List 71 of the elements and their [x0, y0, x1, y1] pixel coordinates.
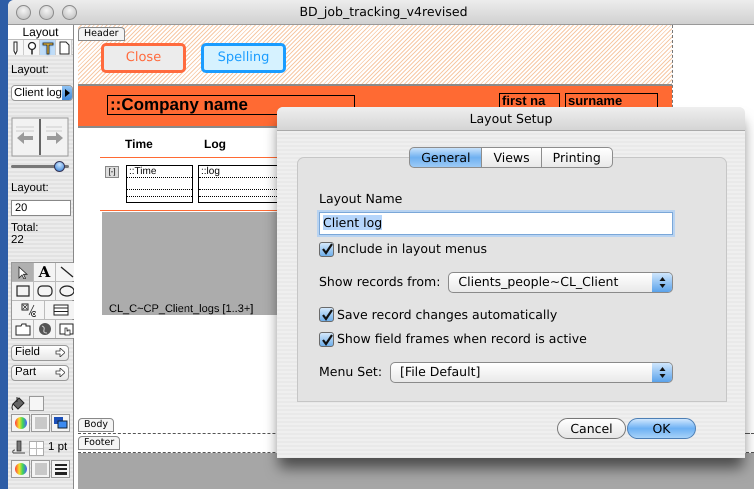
line-weight-icon[interactable] [54, 462, 68, 474]
line-swatch-icon[interactable] [29, 440, 44, 456]
status-area-heading: Layout [8, 25, 73, 39]
page-icon[interactable] [58, 40, 70, 54]
dialog-button[interactable]: OK [627, 418, 696, 439]
header-part-label[interactable]: Header [78, 27, 125, 41]
portal-name: CL_C~CP_Client_logs [1..3+] [109, 302, 254, 317]
paint-bucket-icon [11, 395, 25, 411]
checkbox[interactable] [319, 242, 334, 257]
minimize-button[interactable] [39, 4, 54, 20]
layout-number-label: Layout: [11, 181, 50, 196]
up-down-arrows-icon [658, 276, 666, 288]
layout-name-label: Layout Name [319, 190, 404, 208]
globe-icon[interactable] [36, 322, 52, 336]
total-label: Total: [11, 222, 40, 234]
checkbox-label: Show field frames when record is active [337, 330, 587, 348]
checkbox-radio-icon[interactable] [20, 302, 36, 316]
dialog-tab[interactable]: General [409, 147, 482, 168]
dialog-tab[interactable]: Views [482, 147, 542, 168]
oval-icon[interactable] [58, 284, 74, 298]
portal-field: ::Time [126, 165, 193, 203]
show-records-popup[interactable]: Clients_people~CL_Client [448, 272, 673, 292]
color-wheel-icon[interactable] [14, 462, 28, 476]
fill-swatch[interactable] [29, 396, 44, 410]
delete-row-button[interactable]: [-] [105, 166, 119, 178]
portal-icon[interactable] [53, 302, 69, 316]
line-width-label: 1 pt [48, 440, 68, 456]
column-label: Log [204, 136, 226, 153]
effects-icon[interactable] [53, 416, 68, 429]
triangle-icon [64, 89, 70, 98]
checkbox-label: Save record changes automatically [337, 306, 558, 324]
checkbox-label: Include in layout menus [337, 240, 488, 258]
record-slider[interactable] [11, 161, 69, 172]
tab-control-icon[interactable] [14, 322, 30, 336]
menu-set-label: Menu Set: [319, 363, 382, 382]
checkbox[interactable] [319, 307, 334, 322]
layout-menu[interactable]: Client log [11, 85, 73, 102]
up-down-arrows-icon [658, 367, 666, 378]
rounded-rectangle-icon[interactable] [36, 284, 52, 298]
pattern-swatch[interactable] [34, 416, 46, 428]
layout-name-field[interactable]: Client log [319, 212, 673, 235]
field-tool-button[interactable]: Field [11, 344, 69, 360]
part-tool-button[interactable]: Part [11, 364, 69, 380]
hand-pointer-icon[interactable] [58, 322, 74, 336]
slider-thumb[interactable] [54, 161, 65, 172]
color-wheel-icon[interactable] [14, 416, 28, 430]
dialog-tab[interactable]: Printing [542, 147, 613, 168]
layout-number-field[interactable]: 20 [11, 200, 71, 216]
rectangle-icon[interactable] [14, 284, 30, 298]
pen-icon [11, 440, 25, 456]
dialog-title: Layout Setup [277, 107, 745, 131]
close-button[interactable] [16, 4, 31, 20]
portal-field: ::log [198, 165, 278, 203]
window-title: BD_job_tracking_v4revised [298, 2, 469, 21]
magnifier-icon[interactable] [26, 40, 38, 54]
zoom-button[interactable] [62, 4, 77, 20]
checkbox[interactable] [319, 332, 334, 348]
pattern-swatch[interactable] [34, 462, 46, 474]
dialog-button[interactable]: Cancel [557, 418, 626, 439]
line-icon[interactable] [58, 264, 74, 278]
layout-label: Layout: [11, 63, 50, 78]
layout-menu-value: Client log [14, 86, 62, 101]
arrow-icon [55, 348, 65, 357]
menu-set-popup[interactable]: [File Default] [390, 362, 673, 383]
book-icon[interactable] [11, 117, 69, 158]
arrow-icon [55, 368, 65, 377]
column-label: Time [125, 136, 153, 153]
body-part-label[interactable]: Body [78, 418, 114, 432]
footer-part-label[interactable]: Footer [78, 436, 120, 450]
show-records-label: Show records from: [319, 272, 440, 291]
total-count: 22 [11, 234, 25, 246]
